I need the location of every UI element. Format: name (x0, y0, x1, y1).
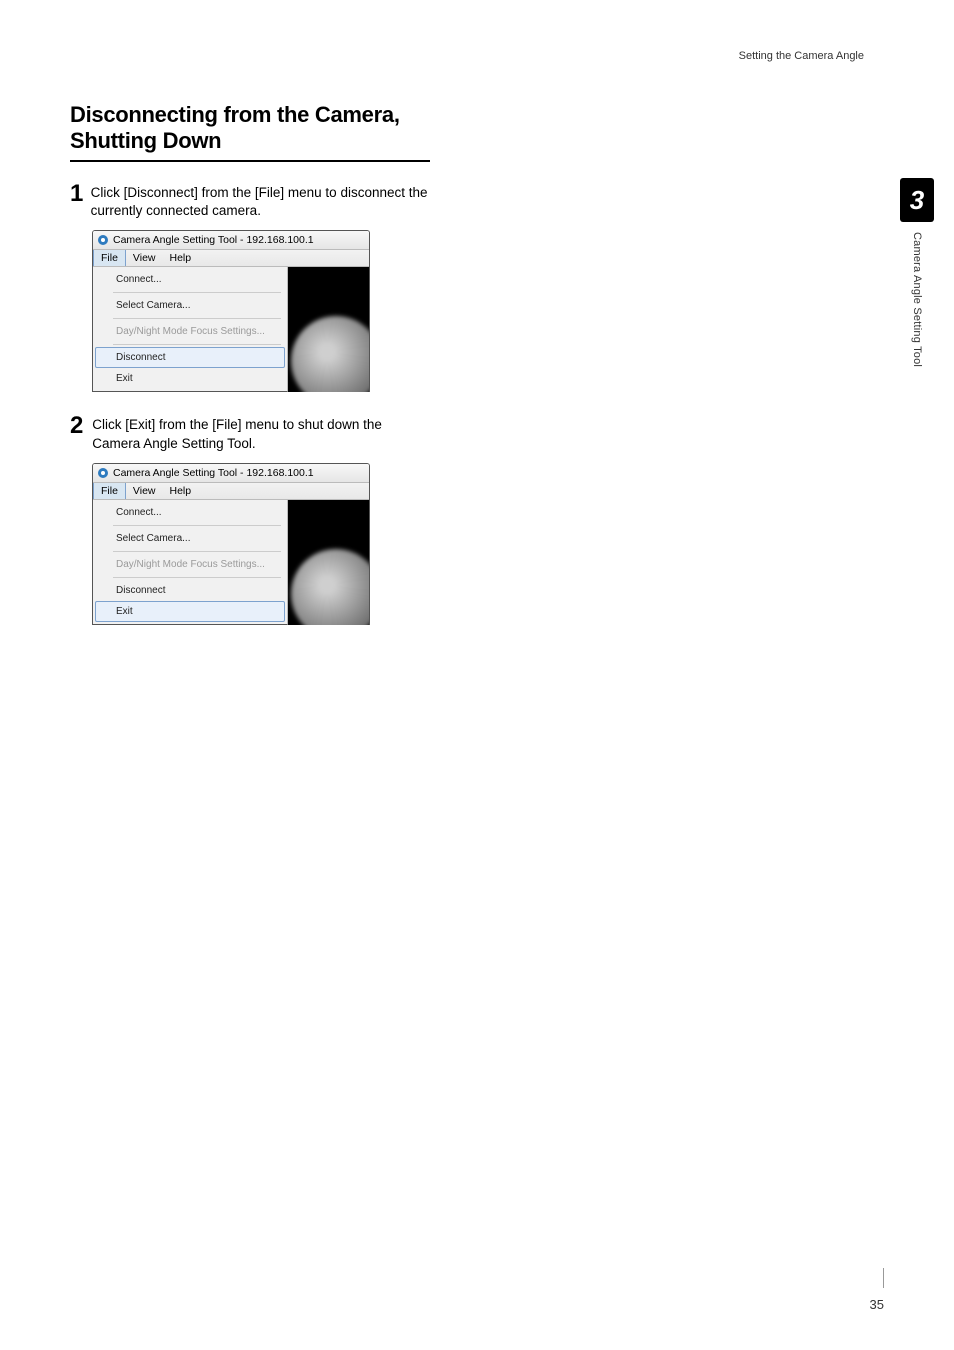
menu-day-night: Day/Night Mode Focus Settings... (95, 321, 285, 342)
chapter-badge: 3 (900, 178, 934, 222)
header-breadcrumb: Setting the Camera Angle (70, 50, 864, 62)
menubar-view[interactable]: View (126, 250, 163, 266)
menu-connect[interactable]: Connect... (95, 269, 285, 290)
menu-select-camera[interactable]: Select Camera... (95, 295, 285, 316)
chapter-label: Camera Angle Setting Tool (911, 232, 923, 367)
page-number-rule (883, 1268, 885, 1288)
menubar-help[interactable]: Help (163, 250, 199, 266)
menu-exit[interactable]: Exit (95, 368, 285, 389)
window-title: Camera Angle Setting Tool - 192.168.100.… (113, 467, 314, 479)
titlebar: Camera Angle Setting Tool - 192.168.100.… (93, 231, 369, 250)
menu-disconnect[interactable]: Disconnect (95, 347, 285, 368)
menu-connect[interactable]: Connect... (95, 502, 285, 523)
step-2: 2 Click [Exit] from the [File] menu to s… (70, 414, 430, 452)
menu-day-night: Day/Night Mode Focus Settings... (95, 554, 285, 575)
title-rule (70, 160, 430, 162)
app-icon (97, 467, 109, 479)
window-title: Camera Angle Setting Tool - 192.168.100.… (113, 234, 314, 246)
titlebar: Camera Angle Setting Tool - 192.168.100.… (93, 464, 369, 483)
menubar: File View Help (93, 483, 369, 500)
preview-panel (288, 500, 369, 625)
step-number: 2 (70, 414, 86, 438)
menubar-file[interactable]: File (93, 250, 126, 266)
menu-select-camera[interactable]: Select Camera... (95, 528, 285, 549)
section-title: Disconnecting from the Camera, Shutting … (70, 102, 430, 154)
menubar-view[interactable]: View (126, 483, 163, 499)
dropdown-menu: Connect... Select Camera... Day/Night Mo… (93, 500, 288, 625)
screenshot-exit: Camera Angle Setting Tool - 192.168.100.… (92, 463, 370, 625)
menu-disconnect[interactable]: Disconnect (95, 580, 285, 601)
page-number: 35 (870, 1297, 884, 1312)
dropdown-menu: Connect... Select Camera... Day/Night Mo… (93, 267, 288, 392)
menu-separator (113, 292, 281, 293)
step-number: 1 (70, 182, 85, 206)
menu-separator (113, 525, 281, 526)
step-1: 1 Click [Disconnect] from the [File] men… (70, 182, 430, 220)
menubar-file[interactable]: File (93, 483, 126, 499)
preview-panel (288, 267, 369, 392)
screenshot-disconnect: Camera Angle Setting Tool - 192.168.100.… (92, 230, 370, 392)
menu-separator (113, 344, 281, 345)
menu-body: Connect... Select Camera... Day/Night Mo… (93, 267, 369, 392)
menu-body: Connect... Select Camera... Day/Night Mo… (93, 500, 369, 625)
menu-separator (113, 551, 281, 552)
menubar: File View Help (93, 250, 369, 267)
side-tab: 3 Camera Angle Setting Tool (900, 178, 934, 367)
menubar-help[interactable]: Help (163, 483, 199, 499)
step-text: Click [Exit] from the [File] menu to shu… (92, 414, 430, 452)
menu-exit[interactable]: Exit (95, 601, 285, 622)
menu-separator (113, 577, 281, 578)
menu-separator (113, 318, 281, 319)
step-text: Click [Disconnect] from the [File] menu … (91, 182, 430, 220)
app-icon (97, 234, 109, 246)
